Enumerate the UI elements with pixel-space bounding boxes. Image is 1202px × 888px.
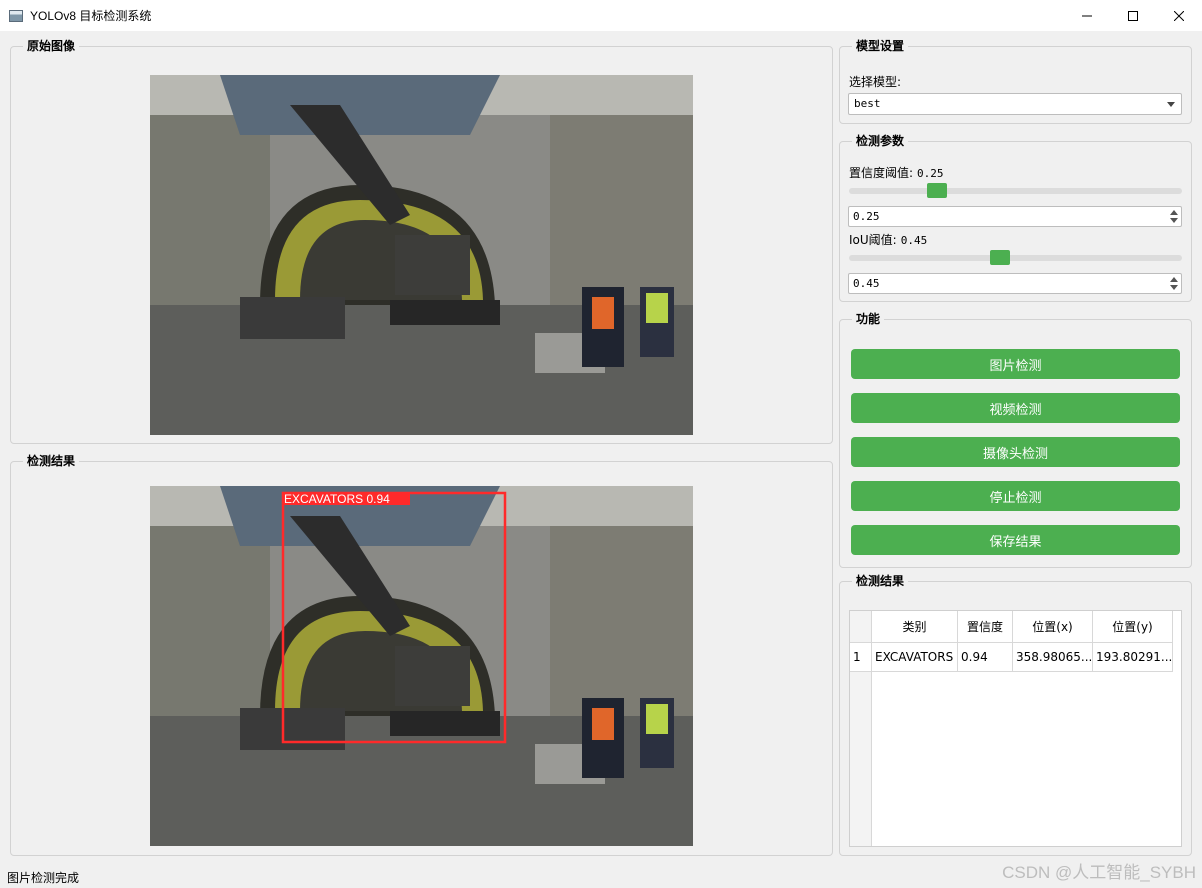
close-button[interactable] [1156, 0, 1202, 31]
watermark-text: CSDN @人工智能_SYBH [1002, 863, 1196, 882]
model-select[interactable]: best [848, 93, 1182, 115]
save-results-button[interactable]: 保存结果 [851, 525, 1180, 555]
cell-class[interactable]: EXCAVATORS [872, 643, 958, 672]
column-header-x[interactable]: 位置(x) [1013, 611, 1093, 643]
detection-result-photo: EXCAVATORS 0.94 [150, 486, 693, 846]
window-title: YOLOv8 目标检测系统 [30, 9, 152, 23]
confidence-spinbox[interactable]: 0.25 [848, 206, 1182, 227]
iou-label: IoU阈值: 0.45 [849, 231, 927, 248]
model-settings-title: 模型设置 [852, 38, 909, 54]
window-controls [1064, 0, 1202, 31]
detection-params-title: 检测参数 [852, 133, 909, 149]
status-message: 图片检测完成 [7, 871, 80, 885]
column-header-confidence[interactable]: 置信度 [958, 611, 1013, 643]
close-icon [1174, 10, 1184, 21]
confidence-slider-track[interactable] [849, 188, 1182, 194]
iou-spinbox[interactable]: 0.45 [848, 273, 1182, 294]
original-image [150, 75, 693, 435]
maximize-icon [1128, 10, 1138, 21]
iou-value: 0.45 [900, 234, 928, 247]
iou-slider-handle[interactable] [989, 250, 1010, 265]
stop-detect-button[interactable]: 停止检测 [851, 481, 1180, 511]
result-image-title: 检测结果 [23, 453, 80, 469]
app-icon [9, 9, 23, 22]
column-header-class[interactable]: 类别 [872, 611, 958, 643]
camera-detect-button[interactable]: 摄像头检测 [851, 437, 1180, 467]
detection-label: EXCAVATORS 0.94 [284, 492, 390, 506]
original-image-title: 原始图像 [23, 38, 80, 54]
iou-slider-track[interactable] [849, 255, 1182, 261]
results-table-title: 检测结果 [852, 573, 909, 589]
column-header-y[interactable]: 位置(y) [1093, 611, 1173, 643]
confidence-slider-handle[interactable] [927, 183, 948, 198]
confidence-value: 0.25 [917, 167, 944, 180]
functions-title: 功能 [852, 311, 885, 327]
table-row[interactable]: 1 EXCAVATORS 0.94 358.98065... 193.80291… [850, 643, 1173, 672]
spin-down-icon[interactable] [1169, 283, 1179, 292]
row-index[interactable]: 1 [850, 643, 872, 672]
confidence-label: 置信度阈值: 0.25 [849, 164, 944, 181]
maximize-button[interactable] [1110, 0, 1156, 31]
iou-label-text: IoU阈值: [849, 233, 897, 247]
spin-down-icon[interactable] [1169, 216, 1179, 225]
cell-x[interactable]: 358.98065... [1013, 643, 1093, 672]
cell-y[interactable]: 193.80291... [1093, 643, 1173, 672]
chevron-down-icon [1167, 102, 1175, 107]
video-detect-button[interactable]: 视频检测 [851, 393, 1180, 423]
table-corner[interactable] [850, 611, 872, 643]
title-bar: YOLOv8 目标检测系统 [0, 0, 1202, 31]
minimize-button[interactable] [1064, 0, 1110, 31]
minimize-icon [1082, 15, 1092, 16]
model-select-value: best [854, 97, 881, 110]
model-select-label: 选择模型: [849, 75, 902, 89]
results-table[interactable]: 类别 置信度 位置(x) 位置(y) 1 EXCAVATORS 0.94 358… [849, 610, 1182, 847]
confidence-spinbox-value: 0.25 [853, 210, 880, 223]
image-detect-button[interactable]: 图片检测 [851, 349, 1180, 379]
result-image: EXCAVATORS 0.94 [150, 486, 693, 846]
table-header: 类别 置信度 位置(x) 位置(y) [850, 611, 1173, 643]
construction-site-photo [150, 75, 693, 435]
row-header-column [850, 672, 872, 846]
iou-spinbox-value: 0.45 [853, 277, 880, 290]
confidence-label-text: 置信度阈值: [849, 166, 914, 180]
cell-confidence[interactable]: 0.94 [958, 643, 1013, 672]
